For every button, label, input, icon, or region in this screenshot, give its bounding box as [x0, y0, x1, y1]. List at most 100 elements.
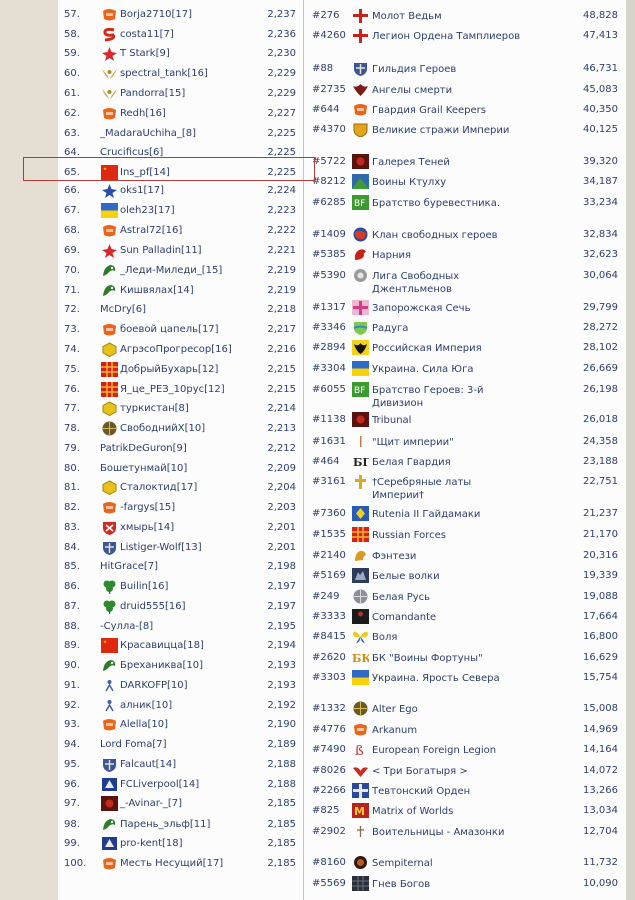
guild-name-link[interactable]: Украина. Ярость Севера — [372, 672, 522, 685]
player-row[interactable]: 63. _MadaraUchiha_[8] 2,225 — [58, 124, 303, 143]
player-row[interactable]: 86. Builin[16] 2,197 — [58, 577, 303, 596]
player-row[interactable]: 80. Бошетунмай[10] 2,209 — [58, 459, 303, 478]
player-name-link[interactable]: хмырь[14] — [120, 522, 174, 533]
guild-name-link[interactable]: Молот Ведьм — [372, 10, 522, 23]
player-row[interactable]: 72. McDry[6] 2,218 — [58, 300, 303, 319]
player-name-link[interactable]: Кишвялах[14] — [120, 285, 194, 296]
player-row[interactable]: 68. Astral72[16] 2,222 — [58, 221, 303, 240]
guild-name-link[interactable]: Белая Гвардия — [372, 456, 522, 469]
player-name-link[interactable]: ДобрыйБухарь[12] — [120, 364, 218, 375]
guild-name-link[interactable]: Запорожская Сечь — [372, 302, 522, 315]
player-row[interactable]: 67. oleh23[17] 2,223 — [58, 201, 303, 220]
player-name-link[interactable]: T Stark[9] — [120, 48, 170, 59]
player-name-link[interactable]: McDry[6] — [100, 304, 146, 315]
player-row[interactable]: 98. Парень_эльф[11] 2,185 — [58, 815, 303, 834]
player-row[interactable]: 90. Бреханиквa[10] 2,193 — [58, 656, 303, 675]
player-name-link[interactable]: druid555[16] — [120, 601, 186, 612]
player-name-link[interactable]: -Сулла-[8] — [100, 621, 153, 632]
player-name-link[interactable]: PatrikDeGuron[9] — [100, 443, 187, 454]
player-name-link[interactable]: Astral72[16] — [120, 225, 182, 236]
player-row[interactable]: 83. хмырь[14] 2,201 — [58, 518, 303, 537]
player-row[interactable]: 61. Pandorra[15] 2,229 — [58, 84, 303, 103]
guild-name-link[interactable]: †Серебряные латы Империи† — [372, 476, 522, 502]
player-row[interactable]: 91. DARKOFP[10] 2,193 — [58, 676, 303, 695]
player-name-link[interactable]: pro-kent[18] — [120, 838, 183, 849]
guild-name-link[interactable]: Фэнтези — [372, 550, 522, 563]
player-row[interactable]: 94. Lord Foma[7] 2,189 — [58, 735, 303, 754]
player-name-link[interactable]: Lord Foma[7] — [100, 739, 167, 750]
player-name-link[interactable]: Я_це_РЕЗ_10рус[12] — [120, 384, 225, 395]
player-name-link[interactable]: Месть Несущий[17] — [120, 858, 223, 869]
player-row[interactable]: 74. АгрэсоПрогресор[16] 2,216 — [58, 340, 303, 359]
player-name-link[interactable]: HitGrace[7] — [100, 561, 158, 572]
guild-name-link[interactable]: Братство буревестника. — [372, 197, 522, 210]
guild-name-link[interactable]: Arkanum — [372, 724, 522, 737]
player-row[interactable]: 79. PatrikDeGuron[9] 2,212 — [58, 439, 303, 458]
guild-name-link[interactable]: Белая Русь — [372, 591, 522, 604]
player-name-link[interactable]: spectral_tank[16] — [120, 68, 208, 79]
guild-name-link[interactable]: Российская Империя — [372, 342, 522, 355]
player-name-link[interactable]: АгрэсоПрогресор[16] — [120, 344, 232, 355]
guild-name-link[interactable]: Братство Героев: 3-й Дивизион — [372, 384, 522, 410]
guild-name-link[interactable]: Нарния — [372, 249, 522, 262]
player-row[interactable]: 87. druid555[16] 2,197 — [58, 597, 303, 616]
player-name-link[interactable]: Pandorra[15] — [120, 88, 185, 99]
player-name-link[interactable]: СвободнийХ[10] — [120, 423, 205, 434]
player-name-link[interactable]: Redh[16] — [120, 108, 166, 119]
player-name-link[interactable]: Alella[10] — [120, 719, 168, 730]
player-name-link[interactable]: Builin[16] — [120, 581, 168, 592]
player-row[interactable]: 96. FCLiverpool[14] 2,188 — [58, 775, 303, 794]
guild-name-link[interactable]: БК "Воины Фортуны" — [372, 652, 522, 665]
guild-name-link[interactable]: Тевтонский Орден — [372, 785, 522, 798]
player-row[interactable]: 70. _Леди-Миледи_[15] 2,219 — [58, 261, 303, 280]
player-row[interactable]: 76. Я_це_РЕЗ_10рус[12] 2,215 — [58, 380, 303, 399]
player-name-link[interactable]: Бошетунмай[10] — [100, 463, 187, 474]
player-name-link[interactable]: Парень_эльф[11] — [120, 819, 210, 830]
guild-name-link[interactable]: Радуга — [372, 322, 522, 335]
guild-name-link[interactable]: Лига Свободных Джентльменов — [372, 270, 522, 296]
player-row[interactable]: 99. pro-kent[18] 2,185 — [58, 834, 303, 853]
guild-name-link[interactable]: < Три Богатыря > — [372, 765, 522, 778]
player-name-link[interactable]: Sun Palladin[11] — [120, 245, 202, 256]
guild-name-link[interactable]: Russian Forces — [372, 529, 522, 542]
guild-name-link[interactable]: Воительницы - Амазонки — [372, 826, 522, 839]
player-name-link[interactable]: алник[10] — [120, 700, 172, 711]
player-name-link[interactable]: costa11[7] — [120, 29, 174, 40]
guild-name-link[interactable]: Великие стражи Империи — [372, 124, 522, 137]
player-row[interactable]: 95. Falcaut[14] 2,188 — [58, 755, 303, 774]
player-row[interactable]: 69. Sun Palladin[11] 2,221 — [58, 241, 303, 260]
guild-name-link[interactable]: Галерея Теней — [372, 156, 522, 169]
player-row[interactable]: 85. HitGrace[7] 2,198 — [58, 557, 303, 576]
player-name-link[interactable]: oks1[17] — [120, 185, 164, 196]
player-row[interactable]: 93. Alella[10] 2,190 — [58, 715, 303, 734]
player-row[interactable]: 92. алник[10] 2,192 — [58, 696, 303, 715]
guild-name-link[interactable]: Украина. Сила Юга — [372, 363, 522, 376]
player-row[interactable]: 82. -fargys[15] 2,203 — [58, 498, 303, 517]
player-row[interactable]: 100. Месть Несущий[17] 2,185 — [58, 854, 303, 873]
guild-name-link[interactable]: Гильдия Героев — [372, 63, 522, 76]
player-name-link[interactable]: Borja2710[17] — [120, 9, 192, 20]
player-row[interactable]: 77. туркистан[8] 2,214 — [58, 399, 303, 418]
guild-name-link[interactable]: "Щит империи" — [372, 436, 522, 449]
player-row[interactable]: 89. Красавицца[18] 2,194 — [58, 636, 303, 655]
guild-name-link[interactable]: Sempiternal — [372, 857, 522, 870]
player-name-link[interactable]: Бреханиквa[10] — [120, 660, 203, 671]
player-row[interactable]: 71. Кишвялах[14] 2,219 — [58, 281, 303, 300]
player-name-link[interactable]: DARKOFP[10] — [120, 680, 188, 691]
guild-name-link[interactable]: Rutenia II Гайдамаки — [372, 508, 522, 521]
guild-name-link[interactable]: Воины Ктулху — [372, 176, 522, 189]
player-name-link[interactable]: _-Avinar-_[7] — [120, 798, 182, 809]
player-row[interactable]: 62. Redh[16] 2,227 — [58, 104, 303, 123]
guild-name-link[interactable]: Comandante — [372, 611, 522, 624]
guild-name-link[interactable]: Alter Ego — [372, 703, 522, 716]
player-name-link[interactable]: _Леди-Миледи_[15] — [120, 265, 222, 276]
player-name-link[interactable]: Falcaut[14] — [120, 759, 176, 770]
guild-name-link[interactable]: Легион Ордена Тамплиеров — [372, 30, 522, 43]
player-name-link[interactable]: туркистан[8] — [120, 403, 189, 414]
player-row[interactable]: 81. Сталоктид[17] 2,204 — [58, 478, 303, 497]
player-name-link[interactable]: _MadaraUchiha_[8] — [100, 128, 196, 139]
guild-name-link[interactable]: Tribunal — [372, 414, 522, 427]
player-row[interactable]: 78. СвободнийХ[10] 2,213 — [58, 419, 303, 438]
player-row[interactable]: 84. Listiger-Wolf[13] 2,201 — [58, 538, 303, 557]
guild-name-link[interactable]: Гвардия Grail Keepers — [372, 104, 522, 117]
